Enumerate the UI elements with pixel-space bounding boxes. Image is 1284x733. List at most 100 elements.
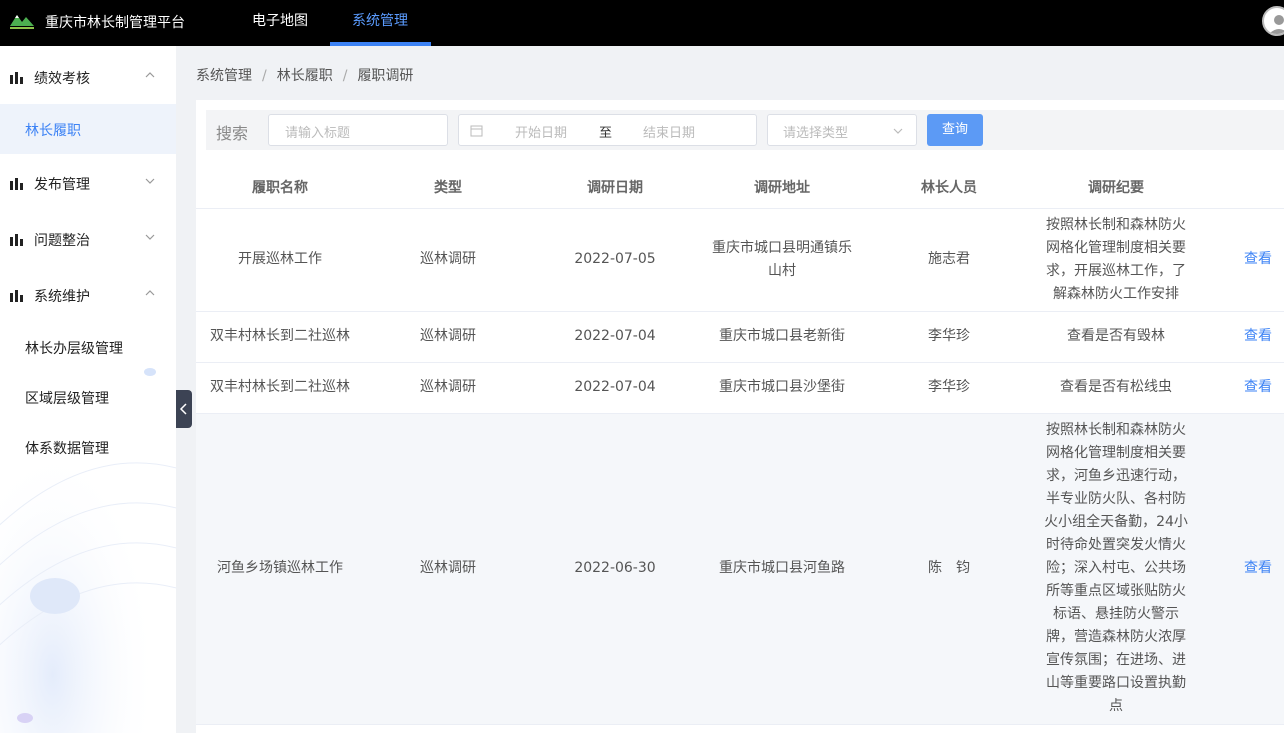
type-select-placeholder: 请选择类型 — [783, 126, 849, 141]
table-row: 河鱼乡场镇巡林工作 巡林调研 2022-06-30 重庆市城口县河鱼路 陈 钧 … — [196, 414, 1284, 725]
sidebar-item-region-level-management[interactable]: 区域层级管理 — [0, 372, 176, 422]
sidebar-group-publish[interactable]: 发布管理 — [0, 154, 176, 210]
address-line: 山村 — [768, 263, 796, 279]
cell-date: 2022-06-30 — [574, 560, 656, 576]
sidebar-group-label: 绩效考核 — [34, 71, 90, 87]
summary-line: 网格化管理制度相关要 — [1046, 445, 1186, 461]
sidebar-group-label: 问题整治 — [34, 233, 90, 249]
view-link[interactable]: 查看 — [1232, 376, 1284, 399]
bar-chart-icon — [10, 290, 23, 302]
sidebar-item-label: 林长履职 — [25, 123, 81, 139]
user-avatar[interactable] — [1262, 6, 1284, 36]
breadcrumb-item[interactable]: 林长履职 — [277, 68, 333, 84]
sidebar-item-system-data-management[interactable]: 体系数据管理 — [0, 422, 176, 472]
cell-address: 重庆市城口县沙堡街 — [719, 379, 845, 395]
summary-line: 求，开展巡林工作，了 — [1046, 263, 1186, 279]
address-line: 重庆市城口县明通镇乐 — [712, 240, 852, 256]
summary-line: 火小组全天备勤，24小 — [1044, 514, 1188, 530]
active-nav-indicator — [330, 42, 431, 46]
cell-date: 2022-07-05 — [574, 251, 656, 267]
sidebar-collapse-button[interactable] — [176, 390, 192, 428]
chevron-down-icon — [893, 128, 903, 134]
cell-type: 巡林调研 — [420, 328, 476, 344]
chevron-down-icon — [145, 234, 155, 240]
column-header-name: 履职名称 — [252, 180, 308, 196]
sidebar-item-label: 体系数据管理 — [25, 441, 109, 457]
table-row: 开展巡林工作 巡林调研 2022-07-05 重庆市城口县明通镇乐 山村 施志君… — [196, 209, 1284, 312]
platform-logo — [10, 15, 34, 29]
nav-system-management[interactable]: 系统管理 — [352, 10, 408, 30]
breadcrumb-separator: / — [262, 68, 267, 84]
search-bar: 搜索 请输入标题 开始日期 至 结束日期 请选择类型 查询 — [206, 110, 1284, 150]
date-range-separator: 至 — [599, 126, 613, 141]
start-date-placeholder: 开始日期 — [515, 126, 568, 141]
breadcrumb-separator: / — [342, 68, 348, 84]
summary-line: 标语、悬挂防火警示 — [1053, 606, 1179, 622]
table-row: 双丰村林长到二社巡林 巡林调研 2022-07-04 重庆市城口县沙堡街 李华珍… — [196, 363, 1284, 414]
column-header-type: 类型 — [434, 180, 462, 196]
cell-name: 河鱼乡场镇巡林工作 — [217, 560, 343, 576]
summary-line: 求，河鱼乡迅速行动， — [1046, 468, 1186, 484]
top-bar: 重庆市林长制管理平台 电子地图 系统管理 — [0, 0, 1284, 46]
main-panel: 搜索 请输入标题 开始日期 至 结束日期 请选择类型 查询 履职名称 类型 调研… — [196, 100, 1284, 733]
column-header-date: 调研日期 — [587, 180, 643, 196]
bar-chart-icon — [10, 178, 23, 190]
nav-electronic-map[interactable]: 电子地图 — [252, 10, 308, 30]
column-header-address: 调研地址 — [754, 180, 810, 196]
end-date-placeholder: 结束日期 — [643, 126, 696, 141]
chevron-up-icon — [145, 72, 155, 78]
view-link[interactable]: 查看 — [1232, 248, 1284, 271]
user-icon — [1269, 15, 1284, 34]
cell-type: 巡林调研 — [420, 379, 476, 395]
sidebar-group-system-maintenance[interactable]: 系统维护 — [0, 266, 176, 322]
summary-line: 时待命处置突发火情火 — [1046, 537, 1186, 553]
cell-person: 施志君 — [928, 251, 970, 267]
sidebar: 绩效考核 林长履职 发布管理 问题整治 系统维护 林长办层级管理 区域层级管理 … — [0, 46, 176, 733]
query-button[interactable]: 查询 — [927, 114, 983, 146]
sidebar-group-issue-rectification[interactable]: 问题整治 — [0, 210, 176, 266]
breadcrumb-item-current: 履职调研 — [357, 68, 414, 84]
chevron-down-icon — [145, 178, 155, 184]
summary-line: 牌，营造森林防火浓厚 — [1046, 629, 1186, 645]
sidebar-item-label: 林长办层级管理 — [25, 341, 123, 357]
bar-chart-icon — [10, 234, 23, 246]
summary-line: 按照林长制和森林防火 — [1046, 422, 1186, 438]
cell-address: 重庆市城口县明通镇乐 山村 — [702, 237, 862, 283]
summary-line: 半专业防火队、各村防 — [1046, 491, 1186, 507]
cell-person: 李华珍 — [928, 328, 970, 344]
cell-address: 重庆市城口县河鱼路 — [719, 560, 845, 576]
summary-line: 险；深入村屯、公共场 — [1046, 560, 1186, 576]
cell-date: 2022-07-04 — [574, 379, 656, 395]
cell-address: 重庆市城口县老新街 — [719, 328, 845, 344]
sidebar-item-office-level-management[interactable]: 林长办层级管理 — [0, 322, 176, 372]
summary-line: 点 — [1109, 698, 1123, 714]
type-select[interactable]: 请选择类型 — [767, 114, 917, 146]
sidebar-group-label: 系统维护 — [34, 289, 90, 305]
title-search-input[interactable]: 请输入标题 — [268, 114, 448, 146]
cell-name: 双丰村林长到二社巡林 — [210, 328, 350, 344]
cell-summary: 查看是否有松线虫 — [1060, 379, 1172, 395]
view-link[interactable]: 查看 — [1232, 557, 1284, 580]
view-link[interactable]: 查看 — [1232, 325, 1284, 348]
cell-name: 开展巡林工作 — [238, 251, 322, 267]
sidebar-group-label: 发布管理 — [34, 177, 90, 193]
breadcrumb-item[interactable]: 系统管理 — [196, 68, 252, 84]
sidebar-item-label: 区域层级管理 — [25, 391, 109, 407]
chevron-up-icon — [145, 290, 155, 296]
cell-date: 2022-07-04 — [574, 328, 656, 344]
column-header-summary: 调研纪要 — [1088, 180, 1144, 196]
sidebar-group-performance[interactable]: 绩效考核 — [0, 48, 176, 104]
table-header: 履职名称 类型 调研日期 调研地址 林长人员 调研纪要 — [196, 161, 1284, 209]
summary-line: 解森林防火工作安排 — [1053, 286, 1179, 302]
cell-name: 双丰村林长到二社巡林 — [210, 379, 350, 395]
summary-line: 宣传氛围；在进场、进 — [1046, 652, 1186, 668]
column-header-person: 林长人员 — [921, 180, 977, 196]
summary-line: 网格化管理制度相关要 — [1046, 240, 1186, 256]
date-range-picker[interactable]: 开始日期 至 结束日期 — [458, 114, 757, 146]
app-title: 重庆市林长制管理平台 — [45, 15, 185, 31]
calendar-icon — [470, 125, 483, 137]
cell-summary: 按照林长制和森林防火 网格化管理制度相关要 求，开展巡林工作，了 解森林防火工作… — [1036, 214, 1196, 306]
cell-person: 陈 钧 — [928, 560, 970, 576]
cell-summary: 查看是否有毁林 — [1067, 328, 1165, 344]
sidebar-item-forest-chief-duty[interactable]: 林长履职 — [0, 104, 176, 154]
